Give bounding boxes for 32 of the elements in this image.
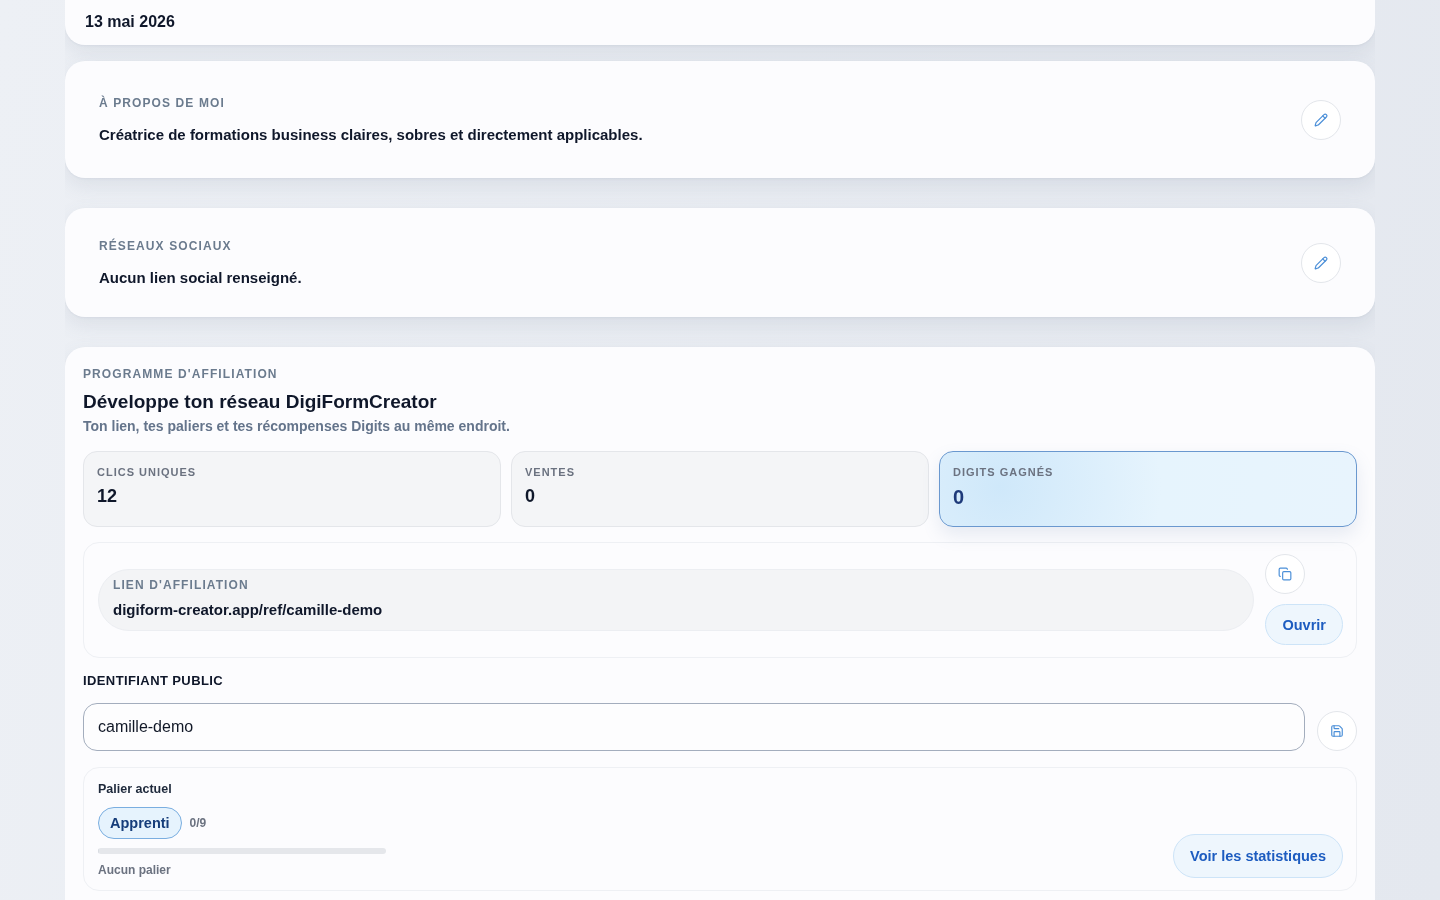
statistics-button[interactable]: Voir les statistiques [1173,834,1343,878]
stat-label: DIGITS GAGNÉS [953,465,1055,479]
open-button[interactable]: Ouvrir [1265,604,1343,645]
section-label: RÉSEAUX SOCIAUX [99,237,233,254]
save-button[interactable] [1317,711,1357,751]
public-id-input[interactable]: camille-demo [83,703,1305,751]
link-label: LIEN D'AFFILIATION [113,577,250,593]
stat-value: 12 [97,485,119,507]
edit-button[interactable] [1301,242,1341,283]
edit-button[interactable] [1301,99,1341,140]
save-icon [1330,724,1344,738]
copy-icon [1278,567,1293,581]
pencil-icon [1314,112,1328,127]
about-text: Créatrice de formations business claires, sobres et directement applicables. [99,124,643,145]
affiliation-subtitle: Ton lien, tes paliers et tes récompenses Digits au même endroit. [83,417,511,435]
stat-value: 0 [525,485,536,507]
tier-label: Palier actuel [98,781,173,797]
copy-button[interactable] [1265,554,1306,594]
stat-label: CLICS UNIQUES [97,465,198,479]
section-label: PROGRAMME D'AFFILIATION [83,366,279,382]
section-label: À PROPOS DE MOI [99,94,226,111]
affiliation-title: Développe ton réseau DigiFormCreator [83,390,438,414]
tier-caption: Aucun palier [98,862,172,878]
activation-date: 13 mai 2026 [85,12,176,32]
field-label: IDENTIFIANT PUBLIC [83,673,225,689]
tier-count: 0/9 [189,816,207,830]
tier-badge: Apprenti [98,807,182,839]
stat-label: VENTES [525,465,576,479]
socials-text: Aucun lien social renseigné. [99,267,302,288]
stat-value: 0 [953,486,966,508]
pencil-icon [1314,255,1328,270]
affiliate-url: digiform-creator.app/ref/camille-demo [113,601,384,619]
